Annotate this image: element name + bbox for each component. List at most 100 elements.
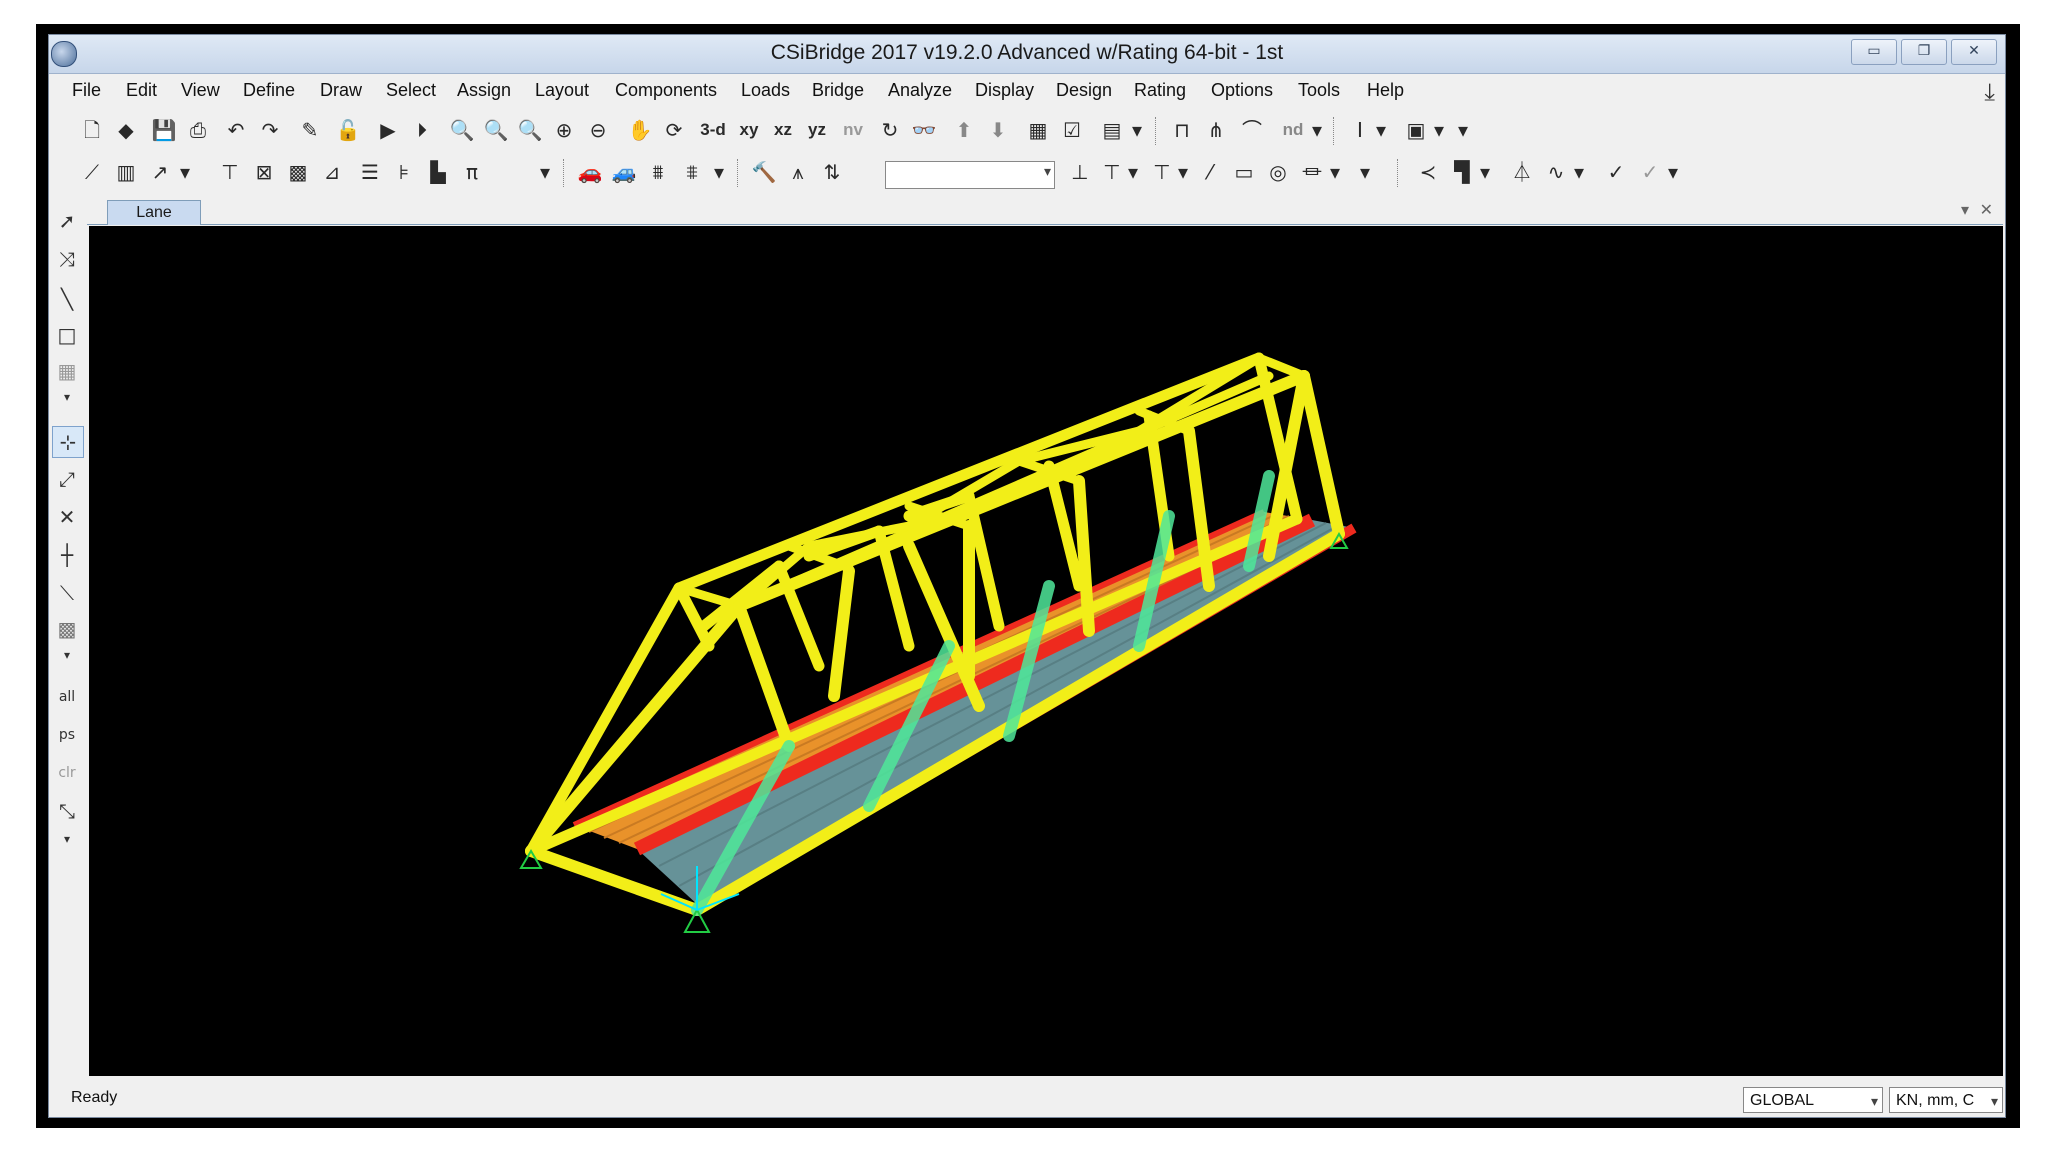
zoom-restore-icon[interactable]: 🔍: [481, 115, 511, 145]
menu-options[interactable]: Options: [1211, 80, 1273, 101]
minimize-button[interactable]: ▭: [1851, 39, 1897, 65]
assign-more-dropdown-icon[interactable]: ▾: [1357, 157, 1373, 187]
tab-lane[interactable]: Lane: [107, 200, 201, 225]
zoom-out-icon[interactable]: ⊖: [583, 115, 613, 145]
redo-icon[interactable]: ↷: [255, 115, 285, 145]
bent-frame-icon[interactable]: ⋔: [1201, 115, 1231, 145]
menu-loads[interactable]: Loads: [741, 80, 790, 101]
menu-layout[interactable]: Layout: [535, 80, 589, 101]
menu-select[interactable]: Select: [386, 80, 436, 101]
coordinate-system-select[interactable]: GLOBAL: [1743, 1087, 1883, 1114]
nd-dropdown-icon[interactable]: ▾: [1309, 115, 1325, 145]
link-icon[interactable]: ⏛: [1297, 157, 1327, 187]
window-layout-icon[interactable]: ▣: [1401, 115, 1431, 145]
response-plot-icon[interactable]: ∿: [1541, 157, 1571, 187]
lock-icon[interactable]: 🔓: [333, 115, 363, 145]
select-pointer-icon[interactable]: ➚: [52, 206, 82, 236]
influence-line-icon[interactable]: ⏃: [1507, 157, 1537, 187]
area-load-icon[interactable]: ▭: [1229, 157, 1259, 187]
frame-load-dropdown-icon[interactable]: ▾: [1175, 157, 1191, 187]
snap-line-ends-icon[interactable]: ⤢: [52, 464, 82, 494]
view-xz-button[interactable]: xz: [767, 115, 799, 145]
draw-column-icon[interactable]: ▥: [111, 157, 141, 187]
plot-dropdown-icon[interactable]: ▾: [1571, 157, 1587, 187]
forces-icon[interactable]: ▜: [1447, 157, 1477, 187]
display-options-dropdown-icon[interactable]: ▾: [1129, 115, 1145, 145]
link-dropdown-icon[interactable]: ▾: [1327, 157, 1343, 187]
snap-dropdown-icon[interactable]: ▾: [52, 640, 82, 670]
menu-file[interactable]: File: [72, 80, 101, 101]
forces-dropdown-icon[interactable]: ▾: [1477, 157, 1493, 187]
arch-frame-icon[interactable]: ⌒: [1237, 115, 1267, 145]
perspective-icon[interactable]: 👓: [909, 115, 939, 145]
close-view-icon[interactable]: ✕: [1980, 200, 1993, 219]
zoom-full-icon[interactable]: 🔍: [515, 115, 545, 145]
superstructure-icon[interactable]: ⩚: [783, 157, 813, 187]
load-case-icon[interactable]: ⩨: [677, 157, 707, 187]
draw-line-icon[interactable]: ╲: [52, 284, 82, 314]
section-dropdown-icon[interactable]: ▾: [1373, 115, 1389, 145]
menu-draw[interactable]: Draw: [320, 80, 362, 101]
move-down-icon[interactable]: ⬇: [983, 115, 1013, 145]
design-check-icon[interactable]: ✓: [1601, 157, 1631, 187]
view-yz-button[interactable]: yz: [801, 115, 833, 145]
select-dropdown-icon[interactable]: ▾: [52, 824, 82, 854]
draw-dropdown-icon[interactable]: ▾: [177, 157, 193, 187]
vehicle-class-icon[interactable]: 🚙: [609, 157, 639, 187]
menu-help[interactable]: Help: [1367, 80, 1404, 101]
draw-rectangle-icon[interactable]: □: [52, 320, 82, 350]
joint-restraint-icon[interactable]: ⊥: [1065, 157, 1095, 187]
view-xy-button[interactable]: xy: [733, 115, 765, 145]
menu-design[interactable]: Design: [1056, 80, 1112, 101]
update-bridge-icon[interactable]: ⇅: [817, 157, 847, 187]
intersecting-line-select-icon[interactable]: ⤡: [52, 796, 82, 826]
frame-release-icon[interactable]: ⊤: [1097, 157, 1127, 187]
zoom-window-icon[interactable]: 🔍: [447, 115, 477, 145]
menu-analyze[interactable]: Analyze: [888, 80, 952, 101]
view-nv-button[interactable]: nv: [837, 115, 869, 145]
edit-pencil-icon[interactable]: ✎: [295, 115, 325, 145]
draw-frame-icon[interactable]: ⟋: [77, 157, 107, 187]
undo-icon[interactable]: ↶: [221, 115, 251, 145]
slope-icon[interactable]: ⊿: [317, 157, 347, 187]
diaphragm-icon[interactable]: ▩: [283, 157, 313, 187]
run-step-icon[interactable]: ⏵: [407, 115, 437, 145]
set-display-icon[interactable]: ▦: [1023, 115, 1053, 145]
bent-icon[interactable]: ☰: [355, 157, 385, 187]
design-uncheck-icon[interactable]: ✓: [1635, 157, 1665, 187]
check-icon[interactable]: ☑: [1057, 115, 1087, 145]
area-section-icon[interactable]: ◎: [1263, 157, 1293, 187]
menu-define[interactable]: Define: [243, 80, 295, 101]
view-3d-button[interactable]: 3-d: [697, 115, 729, 145]
snap-lines-icon[interactable]: ⟍: [52, 578, 82, 608]
toolbar-overflow-icon[interactable]: ▾: [1455, 115, 1471, 145]
snap-intersection-icon[interactable]: ✕: [52, 502, 82, 532]
menu-assign[interactable]: Assign: [457, 80, 511, 101]
display-options-icon[interactable]: ▤: [1097, 115, 1127, 145]
pier-icon[interactable]: π: [457, 157, 487, 187]
save-icon[interactable]: 💾: [149, 115, 179, 145]
menu-view[interactable]: View: [181, 80, 220, 101]
draw-dropdown-icon[interactable]: ▾: [52, 382, 82, 412]
previous-selection-icon[interactable]: ps: [52, 720, 82, 750]
snap-perpendicular-icon[interactable]: ┼: [52, 540, 82, 570]
deck-section-icon[interactable]: ⊤: [215, 157, 245, 187]
draw-curve-icon[interactable]: ↗: [145, 157, 175, 187]
move-up-icon[interactable]: ⬆: [949, 115, 979, 145]
bracing-icon[interactable]: ⊠: [249, 157, 279, 187]
menu-components[interactable]: Components: [615, 80, 717, 101]
close-button[interactable]: ✕: [1951, 39, 1997, 65]
menu-edit[interactable]: Edit: [126, 80, 157, 101]
components-dropdown-icon[interactable]: ▾: [537, 157, 553, 187]
loads-dropdown-icon[interactable]: ▾: [711, 157, 727, 187]
frame-shape-icon[interactable]: ⊓: [1167, 115, 1197, 145]
reshape-pointer-icon[interactable]: ⤨: [52, 244, 82, 274]
vehicle-icon[interactable]: 🚗: [575, 157, 605, 187]
section-i-icon[interactable]: I: [1345, 115, 1375, 145]
tab-list-dropdown-icon[interactable]: ▾: [1961, 200, 1969, 219]
menu-display[interactable]: Display: [975, 80, 1034, 101]
deformed-shape-icon[interactable]: ≺: [1413, 157, 1443, 187]
line-load-icon[interactable]: ⁄: [1195, 157, 1225, 187]
rotate-view-icon[interactable]: ↻: [875, 115, 905, 145]
assign-dropdown-icon[interactable]: ▾: [1125, 157, 1141, 187]
